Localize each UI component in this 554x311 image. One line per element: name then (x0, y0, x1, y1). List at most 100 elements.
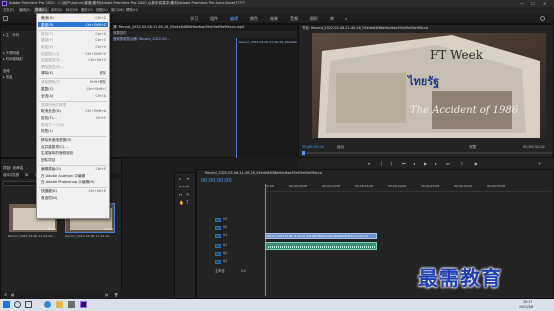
ripple-tool-icon[interactable]: ⟷ (179, 184, 185, 189)
project-tab[interactable]: 项目: 未命名 (3, 166, 23, 171)
out-point-icon[interactable]: } (390, 161, 393, 166)
type-tool-icon[interactable]: T (186, 200, 188, 205)
timeline-ruler[interactable]: 00;00 00;00;05;00 00;00;10;00 00;00;15;0… (265, 184, 551, 192)
edit-menu-item[interactable]: 重做(R) (41, 23, 54, 27)
store-icon[interactable] (68, 301, 75, 308)
edit-menu-item[interactable]: 查找(F)... (41, 116, 57, 120)
minimize-button[interactable]: — (520, 1, 524, 6)
program-fit-select[interactable]: 适合 (337, 145, 344, 150)
search-icon[interactable] (540, 16, 545, 21)
edit-menu-item[interactable]: 全选(A) (41, 94, 53, 98)
workspace-audio[interactable]: 音频 (290, 16, 298, 21)
edit-menu-item[interactable]: 粘贴属性(B)... (41, 58, 64, 62)
workspace-editing[interactable]: 编辑 (230, 16, 238, 21)
icon-view-icon[interactable]: ▦ (11, 293, 14, 298)
tab-effect-controls[interactable]: 效果控件 (113, 31, 127, 36)
workspace-libraries[interactable]: 库 (330, 16, 334, 21)
track-target-button[interactable] (215, 244, 221, 248)
new-item-icon[interactable]: ▤ (105, 293, 108, 298)
edit-menu-item[interactable]: 粘贴(P) (41, 45, 53, 49)
edit-menu-item[interactable]: 清除(E) (41, 71, 53, 75)
edge-icon[interactable] (44, 301, 51, 308)
playhead-icon[interactable] (302, 151, 305, 155)
track-target-button[interactable] (215, 252, 221, 256)
edit-menu-item[interactable]: 团队项目 (41, 158, 55, 162)
timeline-tab[interactable]: Record_2022-03-06-11-49-16_92e4e84f86e9a… (205, 171, 322, 176)
hand-tool-icon[interactable]: ✋ (179, 200, 184, 205)
track-target-button[interactable] (215, 226, 221, 230)
timeline-playhead[interactable] (265, 184, 266, 296)
edit-menu-item[interactable]: 生成媒体的音频波形 (41, 151, 73, 155)
edit-menu-item[interactable]: 粘贴插入(I) (41, 52, 59, 56)
workspace-learn[interactable]: 学习 (190, 16, 198, 21)
frame-forward-icon[interactable]: ▸ (435, 161, 437, 166)
close-button[interactable]: ✕ (543, 1, 546, 6)
menu-window[interactable]: 窗口(W) (111, 8, 124, 13)
search-icon[interactable] (14, 301, 21, 308)
edit-menu-item[interactable]: 选择所有匹配项 (41, 103, 66, 107)
lift-icon[interactable]: ⇪ (460, 161, 463, 166)
task-view-icon[interactable] (25, 301, 32, 308)
edit-menu-item[interactable]: 合并重复项(C)... (41, 145, 68, 149)
tab-audio-mixer[interactable]: 音频剪辑混合器: Record_2022-03... (113, 37, 170, 42)
pen-tool-icon[interactable]: ✎ (186, 192, 189, 197)
menu-edit[interactable]: 编辑(E) (19, 8, 31, 13)
edit-menu-item[interactable]: 移除未使用资源(R) (41, 138, 71, 142)
edit-menu-item[interactable]: 波纹删除(T) (41, 80, 60, 84)
play-icon[interactable]: ▶ (424, 161, 427, 166)
workspace-effects[interactable]: 效果 (270, 16, 278, 21)
step-back-icon[interactable]: ⏮ (402, 161, 406, 166)
edit-menu-item[interactable]: 取消全选(D) (41, 109, 61, 113)
edit-menu-item[interactable]: 剪切(T) (41, 32, 53, 36)
workspace-color[interactable]: 颜色 (250, 16, 258, 21)
clock-date[interactable]: 2022/3/8 (519, 305, 533, 310)
workspace-graphics[interactable]: 图形 (310, 16, 318, 21)
step-forward-icon[interactable]: ⏭ (446, 161, 450, 166)
tab-source[interactable]: 源: Record_2022-03-06-11-49-16_92e4e84f86… (113, 25, 244, 30)
trash-icon[interactable]: 🗑 (114, 293, 118, 298)
home-icon[interactable] (3, 16, 8, 21)
marker-icon[interactable]: ▾ (368, 161, 370, 166)
track-target-button[interactable] (215, 260, 221, 264)
track-target-button[interactable] (215, 218, 221, 222)
project-tab-media-browser[interactable]: 媒体浏览器 (3, 173, 19, 178)
edit-menu-item[interactable]: 重复(C) (41, 87, 54, 91)
button-editor-icon[interactable]: + (538, 161, 541, 166)
list-view-icon[interactable]: ☰ (4, 293, 7, 298)
program-tab[interactable]: 节目: Record_2022-03-06-11-49-16_92e4e84f8… (302, 26, 428, 31)
frame-back-icon[interactable]: ◂ (413, 161, 415, 166)
premiere-taskbar-icon[interactable] (80, 301, 87, 308)
slip-tool-icon[interactable]: ↔ (179, 192, 182, 197)
edit-menu-item[interactable]: 编辑原始(O) (41, 167, 61, 171)
edit-menu-item[interactable]: 在 Adobe Audition 中编辑 (41, 174, 85, 178)
audio-clip[interactable] (265, 242, 377, 250)
program-timecode[interactable]: 00;00;00;00 (302, 145, 324, 150)
edit-menu-item[interactable]: 复制(Y) (41, 38, 53, 42)
program-quality-select[interactable]: 完整 (469, 145, 476, 150)
program-scrub-bar[interactable] (302, 152, 552, 154)
in-point-icon[interactable]: { (380, 161, 383, 166)
start-icon[interactable] (3, 301, 10, 308)
track-select-tool-icon[interactable]: ⇥ (186, 176, 189, 181)
project-tab-libraries[interactable]: 库 (25, 173, 28, 178)
track-target-button[interactable] (215, 234, 221, 238)
video-clip[interactable]: Record_2022-03-06-11-49-16_92e4e84f86e9a… (265, 233, 377, 239)
export-frame-icon[interactable]: ◉ (474, 161, 478, 166)
menu-file[interactable]: 文件(F) (3, 8, 14, 13)
edit-menu-item[interactable]: 删除属性(R)... (41, 65, 64, 69)
workspace-assembly[interactable]: 组件 (210, 16, 218, 21)
edit-menu-item[interactable]: 在 Adobe Photoshop 中编辑(H) (41, 180, 95, 184)
timeline-timecode[interactable]: 00;00;00;00 (201, 179, 232, 184)
edit-menu-item[interactable]: 快捷键(K) (41, 189, 57, 193)
maximize-button[interactable]: ☐ (531, 1, 535, 6)
edit-menu-item[interactable]: 首选项(N) (41, 196, 57, 200)
razor-tool-icon[interactable]: ✂ (186, 184, 189, 189)
menu-help[interactable]: 帮助(H) (126, 8, 138, 13)
master-value[interactable]: 0.0 (241, 269, 246, 274)
selection-tool-icon[interactable]: ▸ (179, 176, 181, 181)
edit-menu-item[interactable]: 撤消(U) (41, 16, 54, 20)
edit-menu-item[interactable]: 标签(L) (41, 129, 53, 133)
edit-menu-item[interactable]: 查找下一个(N) (41, 123, 64, 127)
explorer-icon[interactable] (56, 301, 63, 308)
workspace-more[interactable]: » (345, 16, 347, 21)
